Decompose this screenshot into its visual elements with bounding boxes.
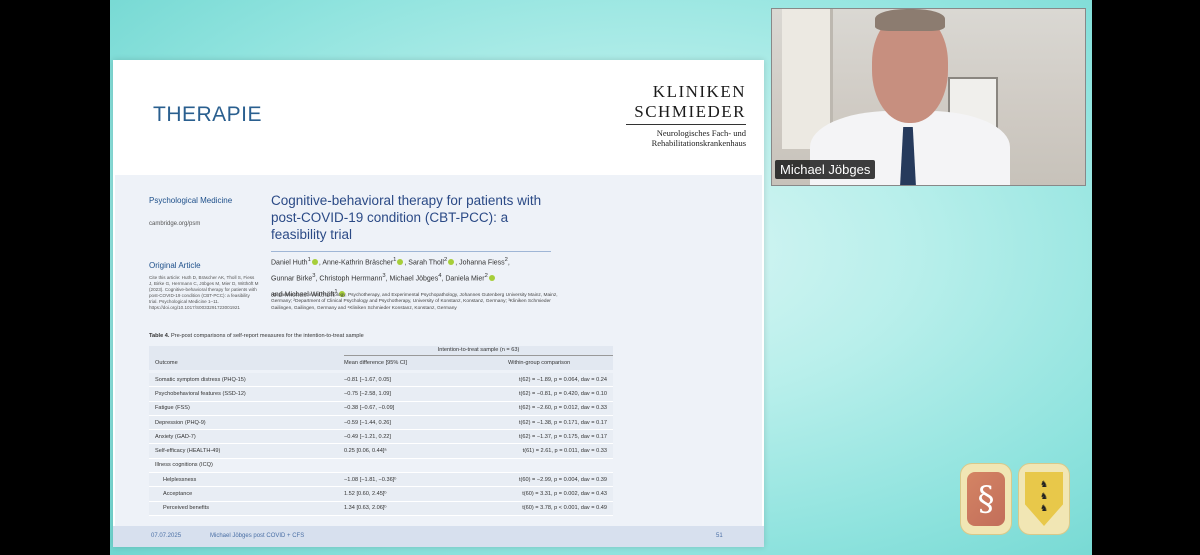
lions-icon: ♞ ♞ ♞ xyxy=(1039,479,1049,513)
journal-url: cambridge.org/psm xyxy=(149,221,201,227)
footer-page-number: 51 xyxy=(716,533,723,539)
cell-mean: −0.38 [−0.67, −0.09] xyxy=(344,405,395,412)
paper-title: Cognitive-behavioral therapy for patient… xyxy=(271,193,542,242)
table-group-rule xyxy=(344,355,613,356)
cell-within: t(60) = −2.99, p = 0.004, dav = 0.39 xyxy=(518,476,607,483)
cell-outcome: Fatigue (FSS) xyxy=(155,405,190,412)
orcid-icon xyxy=(311,259,318,266)
author: , Sarah Tholl xyxy=(404,259,444,267)
logo-line1: KLINIKEN xyxy=(652,82,746,101)
orcid-icon xyxy=(397,259,404,266)
cell-outcome: Somatic symptom distress (PHQ-15) xyxy=(155,376,246,383)
cell-mean: −0.59 [−1.44, 0.26] xyxy=(344,419,391,426)
author: , Johanna Fiess xyxy=(455,259,505,267)
logo-line2: SCHMIEDER xyxy=(626,102,746,125)
table-row: Fatigue (FSS) −0.38 [−0.67, −0.09] t(62)… xyxy=(149,401,613,416)
speaker-name-tag: Michael Jöbges xyxy=(775,160,876,179)
cell-within: t(62) = −0.81, p = 0.420, dav = 0.10 xyxy=(518,390,607,397)
speaker-hair xyxy=(875,9,945,31)
logo-subtitle-2: Rehabilitationskrankenhaus xyxy=(651,138,746,148)
author: , Anne-Kathrin Bräscher xyxy=(318,259,394,267)
cell-outcome: Psychobehavioral features (SSD-12) xyxy=(155,390,246,397)
cell-within: t(60) = 3.31, p = 0.002, dav = 0.43 xyxy=(522,491,607,498)
cell-mean: 1.34 [0.63, 2.06]ᵇ xyxy=(344,505,387,512)
cell-outcome: Self-efficacy (HEALTH-49) xyxy=(155,448,221,455)
paper-excerpt: Psychological Medicine cambridge.org/psm… xyxy=(115,175,762,540)
cell-outcome: Perceived benefits xyxy=(163,505,210,512)
slide: THERAPIE KLINIKEN SCHMIEDER Neurologisch… xyxy=(113,60,764,547)
logo-subtitle-1: Neurologisches Fach- und xyxy=(656,128,746,138)
coat-of-arms-icon: ♞ ♞ ♞ xyxy=(1018,463,1070,535)
table-row: Somatic symptom distress (PHQ-15) −0.81 … xyxy=(149,373,613,388)
letterbox-right xyxy=(1092,0,1200,555)
footer-presenter: Michael Jöbges post COVID + CFS xyxy=(210,533,305,539)
aesculapius-icon: § xyxy=(977,479,995,519)
cell-mean: −0.49 [−1.21, 0.22] xyxy=(344,433,391,440)
orcid-icon xyxy=(448,259,455,266)
kliniken-schmieder-logo: KLINIKEN SCHMIEDER Neurologisches Fach- … xyxy=(626,82,746,148)
table-caption-label: Table 4. xyxy=(149,333,170,339)
footer-date: 07.07.2025 xyxy=(151,533,182,539)
cell-mean: −1.08 [−1.81, −0.36]ᵇ xyxy=(344,476,397,483)
slide-footer: 07.07.2025 Michael Jöbges post COVID + C… xyxy=(113,526,764,547)
table-body: Somatic symptom distress (PHQ-15) −0.81 … xyxy=(149,373,613,516)
header-within-group: Within-group comparison xyxy=(508,360,571,366)
author: , Michael Jöbges xyxy=(385,275,439,283)
table-row: Self-efficacy (HEALTH-49) 0.25 [0.06, 0.… xyxy=(149,444,613,459)
table-row: Acceptance 1.52 [0.60, 2.45]ᵇ t(60) = 3.… xyxy=(149,487,613,502)
citation-text: Cite this article: Huth D, Bräscher AK, … xyxy=(149,275,259,310)
title-rule xyxy=(271,251,551,252)
author: , Daniela Mier xyxy=(441,275,485,283)
author: Daniel Huth xyxy=(271,259,308,267)
cell-outcome: Depression (PHQ-9) xyxy=(155,419,206,426)
table-row: Psychobehavioral features (SSD-12) −0.75… xyxy=(149,387,613,402)
table-row: Perceived benefits 1.34 [0.63, 2.06]ᵇ t(… xyxy=(149,501,613,516)
table-caption: Table 4. Pre-post comparisons of self-re… xyxy=(149,333,364,339)
cell-outcome: Illness cognitions (ICQ) xyxy=(155,462,213,469)
cell-within: t(62) = −2.60, p = 0.012, dav = 0.33 xyxy=(518,405,607,412)
author: , Christoph Herrmann xyxy=(315,275,383,283)
cell-outcome: Helplessness xyxy=(163,476,197,483)
cell-mean: 0.25 [0.06, 0.44]ᵃ xyxy=(344,448,387,455)
table-row: Depression (PHQ-9) −0.59 [−1.44, 0.26] t… xyxy=(149,415,613,431)
journal-name: Psychological Medicine xyxy=(149,196,233,205)
cell-outcome: Acceptance xyxy=(163,491,193,498)
cell-within: t(62) = −1.37, p = 0.175, dav = 0.17 xyxy=(518,433,607,440)
author: Gunnar Birke xyxy=(271,275,313,283)
cell-outcome: Anxiety (GAD-7) xyxy=(155,433,196,440)
table-group-header: Intention-to-treat sample (n = 63) xyxy=(437,347,520,353)
cell-within: t(60) = 3.78, p < 0.001, dav = 0.49 xyxy=(522,505,607,512)
medical-emblem-icon: § xyxy=(960,463,1012,535)
slide-title: THERAPIE xyxy=(153,103,263,126)
cell-mean: −0.81 [−1.67, 0.05] xyxy=(344,376,391,383)
table-row: Anxiety (GAD-7) −0.49 [−1.21, 0.22] t(62… xyxy=(149,430,613,445)
table-caption-text: Pre-post comparisons of self-report meas… xyxy=(169,333,364,339)
header-outcome: Outcome xyxy=(155,360,178,366)
header-mean-difference: Mean difference [95% CI] xyxy=(344,360,408,366)
cell-mean: 1.52 [0.60, 2.45]ᵇ xyxy=(344,491,387,498)
orcid-icon xyxy=(488,275,495,282)
speaker-video: Michael Jöbges xyxy=(771,8,1086,186)
cell-within: t(62) = −1.89, p = 0.064, dav = 0.24 xyxy=(518,376,607,383)
affiliations: ¹Department of Clinical Psychology, Psyc… xyxy=(271,293,558,311)
table-row: Helplessness −1.08 [−1.81, −0.36]ᵇ t(60)… xyxy=(149,473,613,488)
letterbox-left xyxy=(0,0,110,555)
cell-within: t(61) = 2.61, p = 0.011, dav = 0.33 xyxy=(522,448,607,455)
cell-within: t(62) = −1.38, p = 0.171, dav = 0.17 xyxy=(518,419,607,426)
article-type: Original Article xyxy=(149,261,201,270)
table-row: Illness cognitions (ICQ) xyxy=(149,459,613,474)
cell-mean: −0.75 [−2.58, 1.09] xyxy=(344,390,391,397)
